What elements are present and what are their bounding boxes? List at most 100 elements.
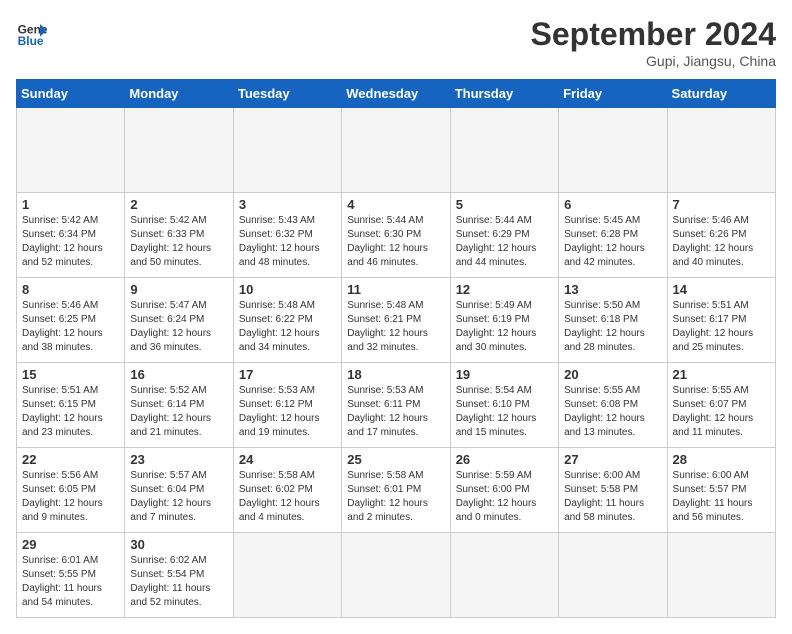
logo: General Blue <box>16 16 48 48</box>
day-number: 24 <box>239 452 336 467</box>
calendar-week-2: 8 Sunrise: 5:46 AMSunset: 6:25 PMDaylight… <box>17 278 776 363</box>
calendar-cell: 21Sunrise: 5:55 AMSunset: 6:07 PMDayligh… <box>667 363 775 448</box>
day-number: 3 <box>239 197 336 212</box>
cell-details: Sunrise: 5:52 AMSunset: 6:14 PMDaylight:… <box>130 384 227 440</box>
cell-details: Sunrise: 5:58 AMSunset: 6:01 PMDaylight:… <box>347 469 444 525</box>
cell-details: Sunrise: 5:44 AMSunset: 6:30 PMDaylight:… <box>347 214 444 270</box>
cell-details: Sunrise: 5:45 AMSunset: 6:28 PMDaylight:… <box>564 214 661 270</box>
weekday-header-wednesday: Wednesday <box>342 80 450 108</box>
calendar-cell <box>559 108 667 193</box>
calendar-cell <box>450 533 558 618</box>
day-number: 19 <box>456 367 553 382</box>
calendar-cell <box>342 108 450 193</box>
day-number: 13 <box>564 282 661 297</box>
weekday-header-row: SundayMondayTuesdayWednesdayThursdayFrid… <box>17 80 776 108</box>
calendar-cell: 20Sunrise: 5:55 AMSunset: 6:08 PMDayligh… <box>559 363 667 448</box>
cell-details: Sunrise: 5:48 AMSunset: 6:22 PMDaylight:… <box>239 299 336 355</box>
day-number: 21 <box>673 367 770 382</box>
cell-details: Sunrise: 5:56 AMSunset: 6:05 PMDaylight:… <box>22 469 119 525</box>
cell-details: Sunrise: 6:00 AMSunset: 5:58 PMDaylight:… <box>564 469 661 525</box>
calendar-cell: 25Sunrise: 5:58 AMSunset: 6:01 PMDayligh… <box>342 448 450 533</box>
cell-details: Sunrise: 5:59 AMSunset: 6:00 PMDaylight:… <box>456 469 553 525</box>
calendar-cell: 29Sunrise: 6:01 AMSunset: 5:55 PMDayligh… <box>17 533 125 618</box>
day-number: 7 <box>673 197 770 212</box>
cell-details: Sunrise: 5:48 AMSunset: 6:21 PMDaylight:… <box>347 299 444 355</box>
title-block: September 2024 Gupi, Jiangsu, China <box>531 16 776 69</box>
cell-details: Sunrise: 5:46 AMSunset: 6:25 PMDaylight:… <box>22 299 119 355</box>
calendar-cell: 16 Sunrise: 5:52 AMSunset: 6:14 PMDayligh… <box>125 363 233 448</box>
logo-icon: General Blue <box>16 16 48 48</box>
day-number: 29 <box>22 537 119 552</box>
calendar-cell: 23Sunrise: 5:57 AMSunset: 6:04 PMDayligh… <box>125 448 233 533</box>
calendar-cell: 4 Sunrise: 5:44 AMSunset: 6:30 PMDaylight… <box>342 193 450 278</box>
calendar-cell: 24 Sunrise: 5:58 AMSunset: 6:02 PMDayligh… <box>233 448 341 533</box>
cell-details: Sunrise: 5:44 AMSunset: 6:29 PMDaylight:… <box>456 214 553 270</box>
calendar-cell: 12 Sunrise: 5:49 AMSunset: 6:19 PMDayligh… <box>450 278 558 363</box>
calendar-week-5: 29Sunrise: 6:01 AMSunset: 5:55 PMDayligh… <box>17 533 776 618</box>
calendar-cell: 28Sunrise: 6:00 AMSunset: 5:57 PMDayligh… <box>667 448 775 533</box>
calendar-week-0 <box>17 108 776 193</box>
day-number: 16 <box>130 367 227 382</box>
day-number: 6 <box>564 197 661 212</box>
calendar-cell <box>450 108 558 193</box>
calendar-cell: 10 Sunrise: 5:48 AMSunset: 6:22 PMDayligh… <box>233 278 341 363</box>
cell-details: Sunrise: 5:51 AMSunset: 6:17 PMDaylight:… <box>673 299 770 355</box>
calendar-cell <box>667 533 775 618</box>
day-number: 5 <box>456 197 553 212</box>
calendar-cell: 19Sunrise: 5:54 AMSunset: 6:10 PMDayligh… <box>450 363 558 448</box>
day-number: 20 <box>564 367 661 382</box>
calendar-cell: 5 Sunrise: 5:44 AMSunset: 6:29 PMDaylight… <box>450 193 558 278</box>
weekday-header-saturday: Saturday <box>667 80 775 108</box>
day-number: 30 <box>130 537 227 552</box>
day-number: 27 <box>564 452 661 467</box>
weekday-header-monday: Monday <box>125 80 233 108</box>
calendar-week-3: 15Sunrise: 5:51 AMSunset: 6:15 PMDayligh… <box>17 363 776 448</box>
cell-details: Sunrise: 5:50 AMSunset: 6:18 PMDaylight:… <box>564 299 661 355</box>
svg-text:Blue: Blue <box>18 34 44 48</box>
day-number: 4 <box>347 197 444 212</box>
calendar-cell: 6 Sunrise: 5:45 AMSunset: 6:28 PMDaylight… <box>559 193 667 278</box>
cell-details: Sunrise: 5:42 AMSunset: 6:34 PMDaylight:… <box>22 214 119 270</box>
day-number: 28 <box>673 452 770 467</box>
calendar-cell: 14 Sunrise: 5:51 AMSunset: 6:17 PMDayligh… <box>667 278 775 363</box>
cell-details: Sunrise: 5:42 AMSunset: 6:33 PMDaylight:… <box>130 214 227 270</box>
calendar-cell: 11 Sunrise: 5:48 AMSunset: 6:21 PMDayligh… <box>342 278 450 363</box>
day-number: 14 <box>673 282 770 297</box>
calendar-table: SundayMondayTuesdayWednesdayThursdayFrid… <box>16 79 776 618</box>
calendar-cell: 13 Sunrise: 5:50 AMSunset: 6:18 PMDayligh… <box>559 278 667 363</box>
calendar-cell: 1 Sunrise: 5:42 AMSunset: 6:34 PMDaylight… <box>17 193 125 278</box>
day-number: 11 <box>347 282 444 297</box>
day-number: 10 <box>239 282 336 297</box>
calendar-cell: 26Sunrise: 5:59 AMSunset: 6:00 PMDayligh… <box>450 448 558 533</box>
cell-details: Sunrise: 5:57 AMSunset: 6:04 PMDaylight:… <box>130 469 227 525</box>
calendar-cell: 22 Sunrise: 5:56 AMSunset: 6:05 PMDayligh… <box>17 448 125 533</box>
calendar-cell: 8 Sunrise: 5:46 AMSunset: 6:25 PMDaylight… <box>17 278 125 363</box>
day-number: 8 <box>22 282 119 297</box>
calendar-cell <box>17 108 125 193</box>
cell-details: Sunrise: 5:53 AMSunset: 6:12 PMDaylight:… <box>239 384 336 440</box>
day-number: 22 <box>22 452 119 467</box>
calendar-cell: 30 Sunrise: 6:02 AMSunset: 5:54 PMDayligh… <box>125 533 233 618</box>
day-number: 1 <box>22 197 119 212</box>
calendar-cell <box>233 108 341 193</box>
location: Gupi, Jiangsu, China <box>531 53 776 69</box>
day-number: 17 <box>239 367 336 382</box>
calendar-cell: 2 Sunrise: 5:42 AMSunset: 6:33 PMDaylight… <box>125 193 233 278</box>
month-title: September 2024 <box>531 16 776 53</box>
cell-details: Sunrise: 5:58 AMSunset: 6:02 PMDaylight:… <box>239 469 336 525</box>
calendar-week-1: 1 Sunrise: 5:42 AMSunset: 6:34 PMDaylight… <box>17 193 776 278</box>
cell-details: Sunrise: 5:46 AMSunset: 6:26 PMDaylight:… <box>673 214 770 270</box>
cell-details: Sunrise: 6:02 AMSunset: 5:54 PMDaylight:… <box>130 554 227 610</box>
cell-details: Sunrise: 5:49 AMSunset: 6:19 PMDaylight:… <box>456 299 553 355</box>
calendar-cell <box>233 533 341 618</box>
weekday-header-sunday: Sunday <box>17 80 125 108</box>
calendar-cell: 9Sunrise: 5:47 AMSunset: 6:24 PMDaylight… <box>125 278 233 363</box>
day-number: 9 <box>130 282 227 297</box>
weekday-header-tuesday: Tuesday <box>233 80 341 108</box>
calendar-cell: 7 Sunrise: 5:46 AMSunset: 6:26 PMDaylight… <box>667 193 775 278</box>
weekday-header-friday: Friday <box>559 80 667 108</box>
calendar-cell: 3Sunrise: 5:43 AMSunset: 6:32 PMDaylight… <box>233 193 341 278</box>
day-number: 2 <box>130 197 227 212</box>
cell-details: Sunrise: 5:53 AMSunset: 6:11 PMDaylight:… <box>347 384 444 440</box>
day-number: 12 <box>456 282 553 297</box>
